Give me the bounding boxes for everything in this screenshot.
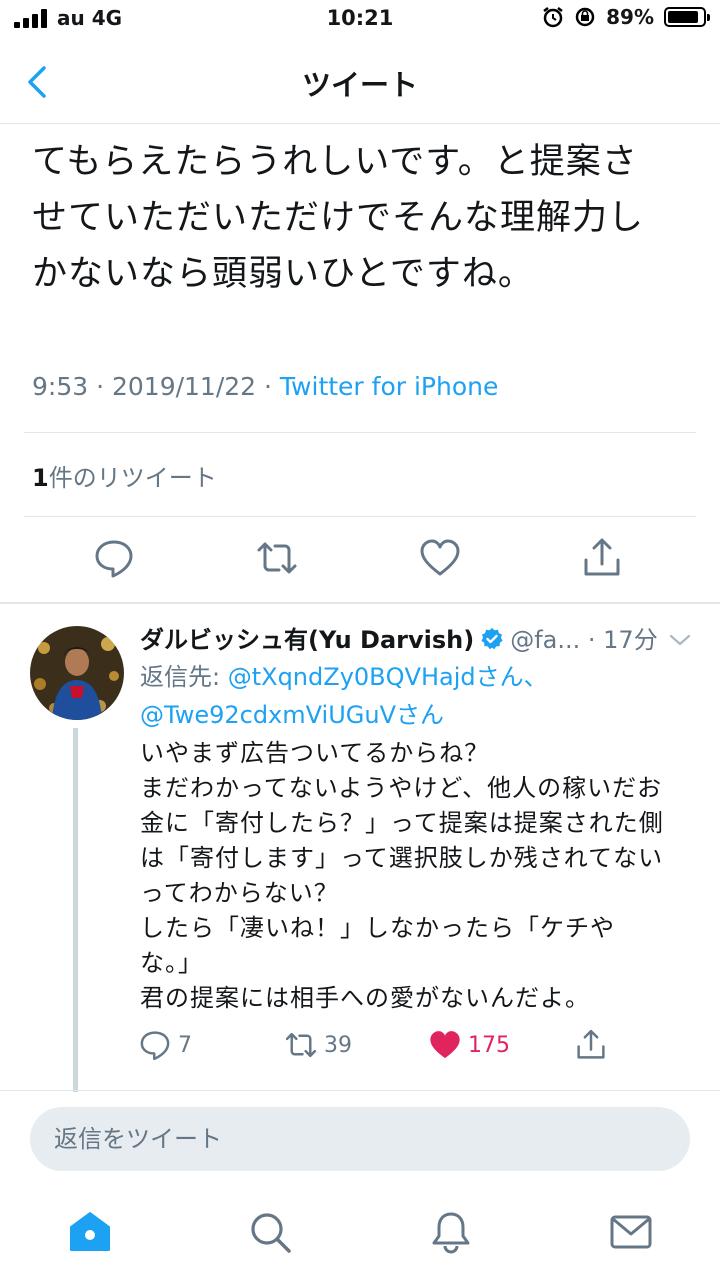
tweet-source-link[interactable]: Twitter for iPhone <box>280 372 498 401</box>
reply-author-name[interactable]: ダルビッシュ有(Yu Darvish) <box>140 626 474 654</box>
alarm-icon <box>543 7 563 28</box>
reply-share-button[interactable] <box>574 1028 608 1062</box>
heart-filled-icon <box>430 1031 460 1059</box>
reply-timestamp: · 17分 <box>580 626 658 654</box>
chevron-down-icon[interactable] <box>668 628 692 652</box>
retweet-count: 39 <box>324 1032 352 1058</box>
reply-mention-link[interactable]: @tXqndZy0BQVHajd <box>228 663 476 691</box>
retweet-count-label: 件のリツイート <box>48 464 217 492</box>
status-bar: au 4G 10:21 89% <box>0 0 720 40</box>
verified-badge-icon <box>481 628 503 650</box>
divider <box>0 1090 720 1091</box>
tweet-text: てもらえたらうれしいです。と提案さ せていただいただけでそんな理解力し かないな… <box>32 142 645 294</box>
reply-compose-input[interactable]: 返信をツイート <box>30 1107 690 1171</box>
reply-icon[interactable] <box>92 536 136 580</box>
divider <box>0 602 720 604</box>
tweet-meta: 9:53 · 2019/11/22 · Twitter for iPhone <box>32 372 498 401</box>
battery-icon <box>664 7 710 27</box>
reply-mention-suffix: さん、 <box>475 663 548 691</box>
divider <box>24 516 696 517</box>
avatar[interactable] <box>30 626 124 720</box>
tab-bar <box>0 1190 720 1280</box>
retweet-icon <box>285 1032 317 1058</box>
messages-mail-icon[interactable] <box>609 1210 653 1254</box>
status-right: 89% <box>542 5 710 29</box>
battery-percent: 89% <box>606 5 654 29</box>
share-icon[interactable] <box>580 536 624 580</box>
notifications-bell-icon[interactable] <box>429 1210 473 1254</box>
retweet-count-link[interactable]: 1件のリツイート <box>32 458 217 493</box>
reply-retweet-button[interactable]: 39 <box>284 1028 352 1062</box>
tweet-actions <box>0 536 720 584</box>
nav-bar: ツイート <box>0 40 720 124</box>
reply-count: 7 <box>178 1032 192 1058</box>
reply-header: ダルビッシュ有(Yu Darvish) @fa... · 17分 <box>140 620 700 660</box>
like-count: 175 <box>468 1032 510 1058</box>
reply-reply-button[interactable]: 7 <box>138 1028 192 1062</box>
reply-mention-link[interactable]: @Twe92cdxmViUGuV <box>140 701 396 729</box>
search-icon[interactable] <box>248 1210 292 1254</box>
page-title: ツイート <box>301 68 418 102</box>
reply-text: いやまず広告ついてるからね？ まだわかってないようやけど、他人の稼いだお 金に「… <box>140 739 664 1012</box>
reply-like-button[interactable]: 175 <box>428 1028 510 1062</box>
divider <box>24 432 696 433</box>
reply-to-label: 返信先: <box>140 663 228 691</box>
like-icon[interactable] <box>418 536 462 580</box>
orientation-lock-icon <box>575 7 595 27</box>
retweet-icon[interactable] <box>255 536 299 580</box>
tweet-timestamp: 9:53 · 2019/11/22 · <box>32 372 280 401</box>
share-icon <box>577 1029 605 1059</box>
home-icon[interactable] <box>68 1210 112 1254</box>
reply-to-line: 返信先: @tXqndZy0BQVHajdさん、 @Twe92cdxmViUGu… <box>140 658 700 734</box>
reply-author-handle[interactable]: @fa... <box>510 626 580 654</box>
reply-icon <box>140 1031 170 1061</box>
retweet-count-number: 1 <box>32 464 49 492</box>
reply-mention-suffix: さん <box>395 701 444 729</box>
reply-actions: 7 39 175 <box>0 1028 720 1068</box>
